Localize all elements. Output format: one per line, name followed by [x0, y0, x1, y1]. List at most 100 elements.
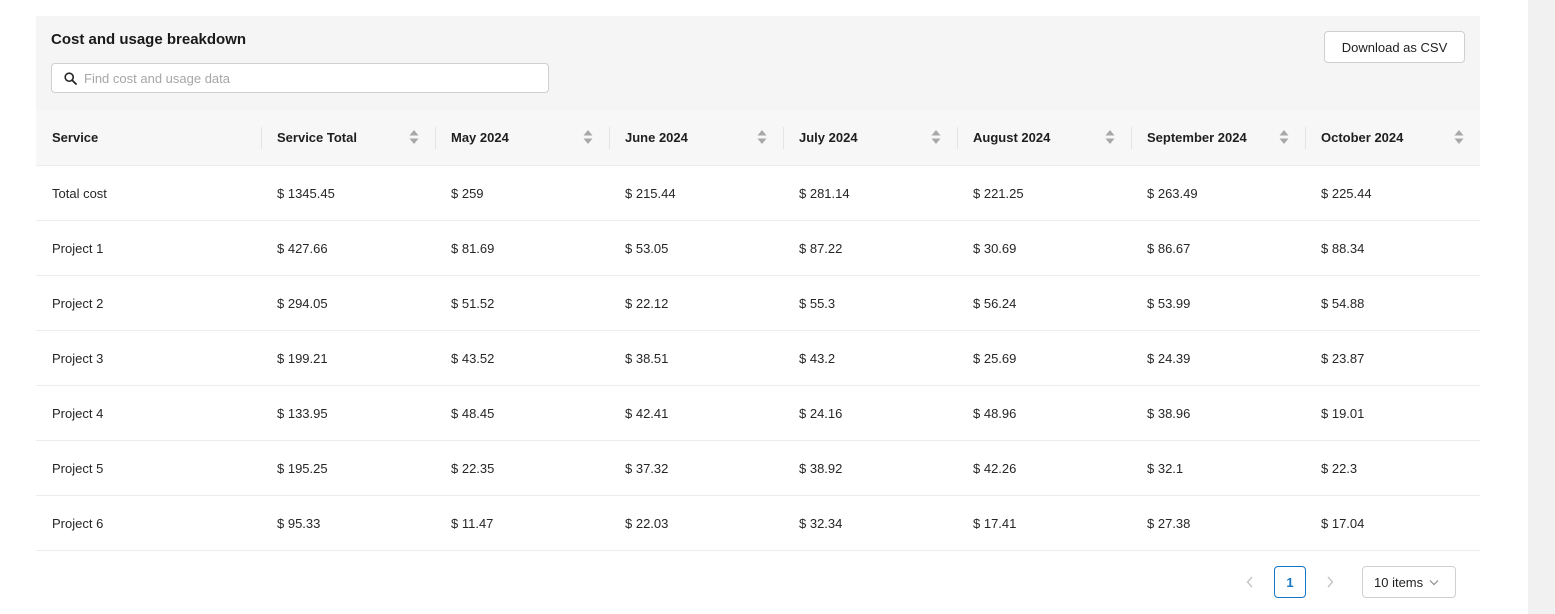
cost-cell: $ 24.16 — [783, 385, 957, 441]
column-header-label: August 2024 — [973, 130, 1051, 145]
chevron-down-icon — [1429, 579, 1439, 586]
chevron-left-icon — [1246, 576, 1253, 588]
page: Cost and usage breakdown Download as CSV — [0, 0, 1555, 614]
cost-cell: $ 133.95 — [261, 385, 435, 441]
table-row: Project 3 $ 199.21 $ 43.52 $ 38.51 $ 43.2 $ 2… — [36, 330, 1480, 386]
cost-cell: $ 95.33 — [261, 495, 435, 551]
cost-cell: $ 48.96 — [957, 385, 1131, 441]
cost-cell: $ 11.47 — [435, 495, 609, 551]
cost-cell: $ 48.45 — [435, 385, 609, 441]
search-box[interactable] — [51, 63, 549, 93]
cost-cell: $ 51.52 — [435, 275, 609, 331]
column-header-7[interactable]: October 2024 — [1305, 110, 1480, 166]
table-row: Project 6 $ 95.33 $ 11.47 $ 22.03 $ 32.34 $ 1… — [36, 495, 1480, 551]
cost-cell: $ 17.04 — [1305, 495, 1480, 551]
cost-cell: $ 30.69 — [957, 220, 1131, 276]
cost-cell: $ 88.34 — [1305, 220, 1480, 276]
cost-cell: $ 55.3 — [783, 275, 957, 331]
search-input[interactable] — [82, 69, 526, 87]
column-header-0: Service — [36, 110, 261, 166]
table-row: Project 5 $ 195.25 $ 22.35 $ 37.32 $ 38.92 $ … — [36, 440, 1480, 496]
cost-cell: $ 37.32 — [609, 440, 783, 496]
cost-cell: $ 22.3 — [1305, 440, 1480, 496]
pagination-prev-button[interactable] — [1242, 574, 1258, 590]
column-divider — [1305, 127, 1306, 149]
cost-cell: $ 43.2 — [783, 330, 957, 386]
column-header-label: May 2024 — [451, 130, 509, 145]
sort-icon[interactable] — [1454, 129, 1464, 145]
service-name-cell: Project 6 — [36, 495, 261, 551]
sort-icon[interactable] — [583, 129, 593, 145]
cost-cell: $ 56.24 — [957, 275, 1131, 331]
cost-cell: $ 43.52 — [435, 330, 609, 386]
page-size-select[interactable]: 10 items — [1362, 566, 1456, 598]
table-header-row: Service Service Total May 2024 June 2024 Jul… — [36, 110, 1480, 166]
cost-cell: $ 86.67 — [1131, 220, 1305, 276]
column-header-1[interactable]: Service Total — [261, 110, 435, 166]
cost-cell: $ 281.14 — [783, 165, 957, 221]
cost-cell: $ 38.51 — [609, 330, 783, 386]
column-header-6[interactable]: September 2024 — [1131, 110, 1305, 166]
column-divider — [609, 127, 610, 149]
service-name-cell: Project 4 — [36, 385, 261, 441]
service-name-cell: Project 3 — [36, 330, 261, 386]
cost-cell: $ 54.88 — [1305, 275, 1480, 331]
column-header-5[interactable]: August 2024 — [957, 110, 1131, 166]
sort-icon[interactable] — [931, 129, 941, 145]
cost-usage-card: Cost and usage breakdown Download as CSV — [36, 16, 1480, 551]
cost-cell: $ 22.35 — [435, 440, 609, 496]
sort-icon[interactable] — [757, 129, 767, 145]
service-name-cell: Project 2 — [36, 275, 261, 331]
table-row: Project 2 $ 294.05 $ 51.52 $ 22.12 $ 55.3 $ 5… — [36, 275, 1480, 331]
card-title: Cost and usage breakdown — [51, 31, 247, 48]
column-header-4[interactable]: July 2024 — [783, 110, 957, 166]
pagination-next-button[interactable] — [1322, 574, 1338, 590]
column-header-label: October 2024 — [1321, 130, 1404, 145]
cost-cell: $ 25.69 — [957, 330, 1131, 386]
search-icon — [63, 71, 77, 85]
pagination: 1 10 items — [36, 566, 1480, 598]
cost-cell: $ 427.66 — [261, 220, 435, 276]
download-csv-button[interactable]: Download as CSV — [1324, 31, 1465, 63]
card-header: Cost and usage breakdown Download as CSV — [36, 16, 1480, 110]
cost-cell: $ 195.25 — [261, 440, 435, 496]
pagination-page-1[interactable]: 1 — [1274, 566, 1306, 598]
cost-cell: $ 32.34 — [783, 495, 957, 551]
page-scrollbar[interactable] — [1528, 0, 1555, 614]
cost-cell: $ 1345.45 — [261, 165, 435, 221]
cost-cell: $ 215.44 — [609, 165, 783, 221]
cost-cell: $ 81.69 — [435, 220, 609, 276]
table-row: Project 1 $ 427.66 $ 81.69 $ 53.05 $ 87.22 $ … — [36, 220, 1480, 276]
service-name-cell: Total cost — [36, 165, 261, 221]
table-row: Project 4 $ 133.95 $ 48.45 $ 42.41 $ 24.16 $ … — [36, 385, 1480, 441]
cost-cell: $ 199.21 — [261, 330, 435, 386]
sort-icon[interactable] — [409, 129, 419, 145]
column-header-label: July 2024 — [799, 130, 858, 145]
column-header-2[interactable]: May 2024 — [435, 110, 609, 166]
cost-cell: $ 22.12 — [609, 275, 783, 331]
service-name-cell: Project 5 — [36, 440, 261, 496]
cost-cell: $ 38.92 — [783, 440, 957, 496]
sort-icon[interactable] — [1105, 129, 1115, 145]
cost-cell: $ 53.05 — [609, 220, 783, 276]
cost-cell: $ 42.41 — [609, 385, 783, 441]
cost-cell: $ 32.1 — [1131, 440, 1305, 496]
column-divider — [783, 127, 784, 149]
table-row: Total cost $ 1345.45 $ 259 $ 215.44 $ 281.14… — [36, 165, 1480, 221]
chevron-right-icon — [1327, 576, 1334, 588]
cost-cell: $ 225.44 — [1305, 165, 1480, 221]
cost-cell: $ 259 — [435, 165, 609, 221]
cost-cell: $ 294.05 — [261, 275, 435, 331]
cost-cell: $ 221.25 — [957, 165, 1131, 221]
column-header-3[interactable]: June 2024 — [609, 110, 783, 166]
column-header-label: September 2024 — [1147, 130, 1247, 145]
cost-cell: $ 17.41 — [957, 495, 1131, 551]
cost-cell: $ 38.96 — [1131, 385, 1305, 441]
column-divider — [261, 127, 262, 149]
column-header-label: June 2024 — [625, 130, 688, 145]
sort-icon[interactable] — [1279, 129, 1289, 145]
column-header-label: Service Total — [277, 130, 357, 145]
cost-usage-table: Service Service Total May 2024 June 2024 Jul… — [36, 110, 1480, 551]
cost-cell: $ 87.22 — [783, 220, 957, 276]
cost-cell: $ 24.39 — [1131, 330, 1305, 386]
